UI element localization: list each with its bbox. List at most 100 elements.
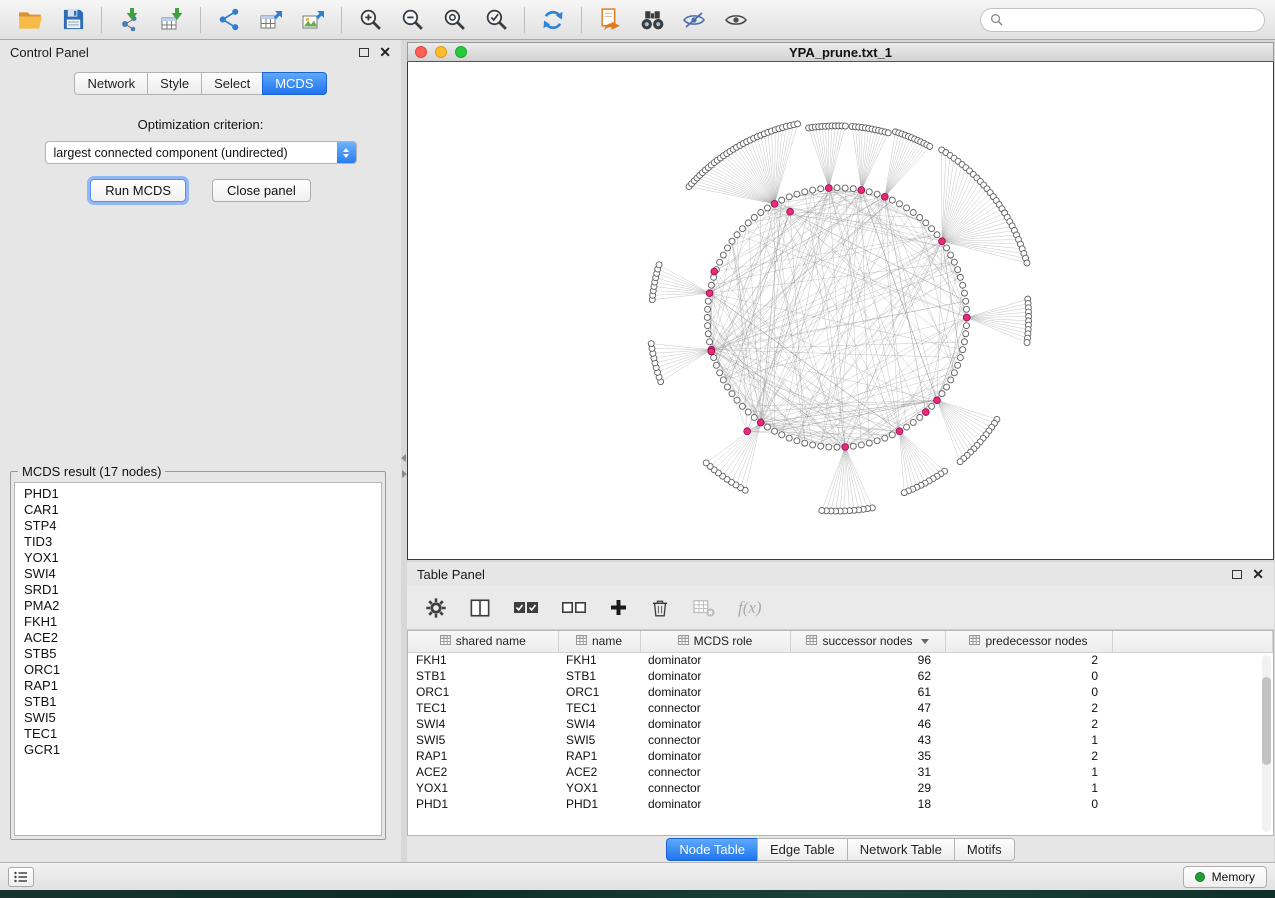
- cell-predecessor-nodes[interactable]: 1: [945, 780, 1112, 796]
- delete-columns-button[interactable]: [650, 597, 670, 618]
- cell-successor-nodes[interactable]: 29: [790, 780, 945, 796]
- mcds-result-item[interactable]: SWI5: [15, 710, 381, 726]
- zoom-selected-button[interactable]: [475, 4, 517, 36]
- mcds-result-item[interactable]: STB1: [15, 694, 381, 710]
- cell-shared-name[interactable]: YOX1: [408, 780, 558, 796]
- show-all-button[interactable]: [715, 4, 757, 36]
- cell-name[interactable]: SWI4: [558, 716, 640, 732]
- cell-name[interactable]: FKH1: [558, 652, 640, 668]
- cell-name[interactable]: SWI5: [558, 732, 640, 748]
- control-panel-tab-network[interactable]: Network: [74, 72, 147, 95]
- mcds-result-item[interactable]: STB5: [15, 646, 381, 662]
- node-table-row[interactable]: YOX1YOX1connector291: [408, 780, 1273, 796]
- cell-name[interactable]: ORC1: [558, 684, 640, 700]
- table-tab-network-table[interactable]: Network Table: [847, 838, 954, 861]
- import-table-button[interactable]: [151, 4, 193, 36]
- close-panel-icon[interactable]: ✕: [379, 45, 391, 59]
- cell-mcds-role[interactable]: dominator: [640, 748, 790, 764]
- create-column-button[interactable]: [609, 598, 628, 617]
- cell-mcds-role[interactable]: connector: [640, 780, 790, 796]
- mcds-result-item[interactable]: PMA2: [15, 598, 381, 614]
- export-table-button[interactable]: [250, 4, 292, 36]
- cell-shared-name[interactable]: RAP1: [408, 748, 558, 764]
- collapse-left-icon[interactable]: [401, 454, 406, 462]
- share-document-button[interactable]: [589, 4, 631, 36]
- run-mcds-button[interactable]: Run MCDS: [90, 179, 186, 202]
- cell-predecessor-nodes[interactable]: 2: [945, 748, 1112, 764]
- node-table-row[interactable]: TEC1TEC1connector472: [408, 700, 1273, 716]
- node-table-row[interactable]: STB1STB1dominator620: [408, 668, 1273, 684]
- function-builder-button[interactable]: f(x): [738, 598, 762, 618]
- export-image-button[interactable]: [292, 4, 334, 36]
- cell-successor-nodes[interactable]: 61: [790, 684, 945, 700]
- cell-predecessor-nodes[interactable]: 0: [945, 684, 1112, 700]
- panel-menu-button[interactable]: [8, 867, 34, 887]
- mcds-result-item[interactable]: CAR1: [15, 502, 381, 518]
- deselect-all-button[interactable]: [561, 599, 587, 616]
- cell-name[interactable]: ACE2: [558, 764, 640, 780]
- node-table-row[interactable]: ORC1ORC1dominator610: [408, 684, 1273, 700]
- cell-shared-name[interactable]: ORC1: [408, 684, 558, 700]
- show-columns-button[interactable]: [469, 598, 491, 618]
- column-header-mcds-role[interactable]: MCDS role: [640, 631, 790, 652]
- column-header-name[interactable]: name: [558, 631, 640, 652]
- cell-predecessor-nodes[interactable]: 1: [945, 732, 1112, 748]
- cell-successor-nodes[interactable]: 96: [790, 652, 945, 668]
- cell-name[interactable]: RAP1: [558, 748, 640, 764]
- cell-shared-name[interactable]: PHD1: [408, 796, 558, 812]
- float-panel-icon[interactable]: [359, 48, 369, 57]
- cell-shared-name[interactable]: SWI4: [408, 716, 558, 732]
- open-file-button[interactable]: [10, 4, 52, 36]
- cell-successor-nodes[interactable]: 46: [790, 716, 945, 732]
- node-table-row[interactable]: PHD1PHD1dominator180: [408, 796, 1273, 812]
- first-neighbors-button[interactable]: [631, 4, 673, 36]
- mcds-result-item[interactable]: ACE2: [15, 630, 381, 646]
- delete-table-button[interactable]: [692, 598, 716, 618]
- cell-shared-name[interactable]: STB1: [408, 668, 558, 684]
- table-scrollbar[interactable]: [1262, 655, 1271, 832]
- column-header-predecessor-nodes[interactable]: predecessor nodes: [945, 631, 1112, 652]
- table-tab-node-table[interactable]: Node Table: [666, 838, 757, 861]
- control-panel-tab-mcds[interactable]: MCDS: [262, 72, 326, 95]
- hide-selected-button[interactable]: [673, 4, 715, 36]
- mcds-result-item[interactable]: FKH1: [15, 614, 381, 630]
- cell-mcds-role[interactable]: dominator: [640, 796, 790, 812]
- network-graph-svg[interactable]: [407, 62, 1274, 560]
- control-panel-tab-select[interactable]: Select: [201, 72, 262, 95]
- cell-shared-name[interactable]: ACE2: [408, 764, 558, 780]
- mcds-result-item[interactable]: TEC1: [15, 726, 381, 742]
- scrollbar-thumb[interactable]: [1262, 677, 1271, 765]
- cell-name[interactable]: PHD1: [558, 796, 640, 812]
- mcds-result-item[interactable]: RAP1: [15, 678, 381, 694]
- node-table-row[interactable]: RAP1RAP1dominator352: [408, 748, 1273, 764]
- node-table-row[interactable]: ACE2ACE2connector311: [408, 764, 1273, 780]
- cell-predecessor-nodes[interactable]: 0: [945, 796, 1112, 812]
- mcds-result-item[interactable]: ORC1: [15, 662, 381, 678]
- cell-shared-name[interactable]: TEC1: [408, 700, 558, 716]
- node-table-row[interactable]: SWI4SWI4dominator462: [408, 716, 1273, 732]
- mcds-result-item[interactable]: PHD1: [15, 486, 381, 502]
- save-session-button[interactable]: [52, 4, 94, 36]
- cell-successor-nodes[interactable]: 31: [790, 764, 945, 780]
- table-tab-motifs[interactable]: Motifs: [954, 838, 1015, 861]
- cell-successor-nodes[interactable]: 43: [790, 732, 945, 748]
- cell-shared-name[interactable]: FKH1: [408, 652, 558, 668]
- zoom-out-button[interactable]: [391, 4, 433, 36]
- cell-predecessor-nodes[interactable]: 0: [945, 668, 1112, 684]
- cell-mcds-role[interactable]: dominator: [640, 716, 790, 732]
- mcds-result-item[interactable]: TID3: [15, 534, 381, 550]
- cell-predecessor-nodes[interactable]: 2: [945, 700, 1112, 716]
- cell-mcds-role[interactable]: dominator: [640, 652, 790, 668]
- import-network-button[interactable]: [109, 4, 151, 36]
- close-mcds-panel-button[interactable]: Close panel: [212, 179, 311, 202]
- close-table-panel-icon[interactable]: ✕: [1252, 567, 1264, 581]
- zoom-in-button[interactable]: [349, 4, 391, 36]
- cell-predecessor-nodes[interactable]: 2: [945, 652, 1112, 668]
- cell-shared-name[interactable]: SWI5: [408, 732, 558, 748]
- memory-button[interactable]: Memory: [1183, 866, 1267, 888]
- network-view-titlebar[interactable]: YPA_prune.txt_1: [407, 42, 1274, 62]
- column-header-successor-nodes[interactable]: successor nodes: [790, 631, 945, 652]
- control-panel-tab-style[interactable]: Style: [147, 72, 201, 95]
- column-header-shared-name[interactable]: shared name: [408, 631, 558, 652]
- cell-mcds-role[interactable]: connector: [640, 764, 790, 780]
